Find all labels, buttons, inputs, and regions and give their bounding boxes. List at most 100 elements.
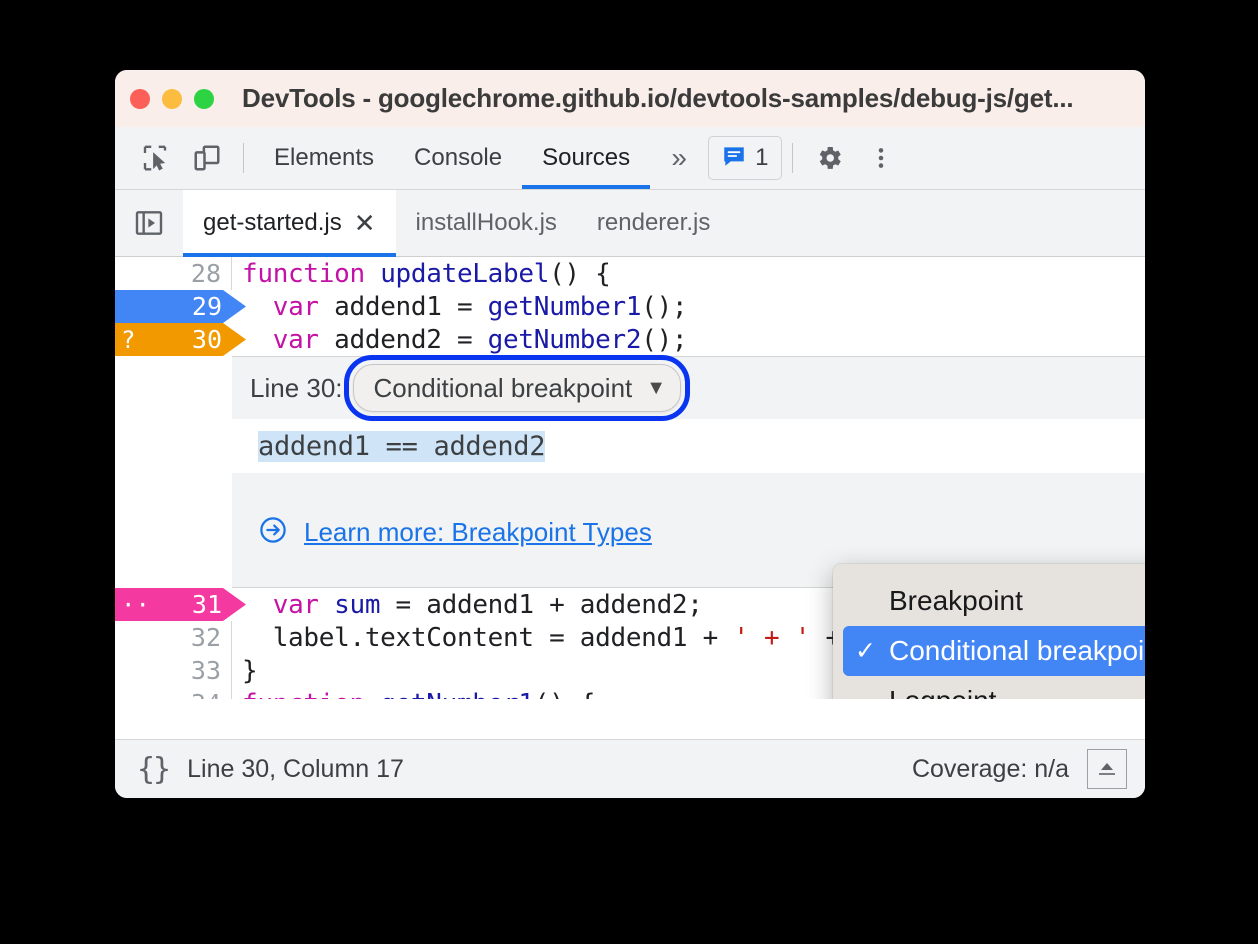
code-token: addend1 =	[318, 291, 488, 322]
marker-inner: 29	[115, 292, 222, 321]
tab-sources[interactable]: Sources	[522, 127, 651, 189]
code-token: getNumber1	[380, 689, 534, 700]
check-icon: ✓	[855, 637, 876, 665]
code-token: var	[272, 324, 319, 355]
tab-console-label: Console	[414, 144, 503, 171]
breakpoint-type-select[interactable]: Conditional breakpoint ▼	[352, 364, 682, 412]
code-line: 29 var addend1 = getNumber1 ();	[115, 290, 1145, 323]
chevron-down-icon: ▼	[646, 376, 667, 399]
line-number-gutter[interactable]: 34	[115, 687, 232, 699]
code-token: addend2 =	[318, 324, 488, 355]
code-line-text: var addend2 = getNumber2 ();	[232, 323, 1145, 356]
line-number-gutter[interactable]: 32	[115, 621, 232, 654]
console-message-counter[interactable]: 1	[708, 136, 782, 180]
breakpoint-marker-line-29[interactable]: 29	[115, 290, 246, 323]
dropdown-item-breakpoint[interactable]: ✓Breakpoint	[843, 576, 1145, 626]
breakpoint-condition-input[interactable]: addend1 == addend2	[232, 419, 1145, 473]
code-line: ? 30 var addend2 = getNumber2 ();	[115, 323, 1145, 356]
code-token: var	[272, 291, 319, 322]
code-token: () {	[549, 258, 611, 289]
file-tab-renderer-js[interactable]: renderer.js	[577, 190, 730, 256]
window-close-button[interactable]	[130, 88, 150, 109]
breakpoint-type-value: Conditional breakpoint	[373, 372, 633, 403]
line-number: 34	[191, 689, 221, 699]
devtools-window: DevTools - googlechrome.github.io/devtoo…	[115, 70, 1145, 798]
close-icon[interactable]: ✕	[354, 210, 376, 236]
file-tab-installhook-js[interactable]: installHook.js	[396, 190, 577, 256]
more-panels-label: »	[671, 142, 687, 173]
code-token: updateLabel	[380, 258, 550, 289]
code-token: function	[242, 258, 365, 289]
window-maximize-button[interactable]	[194, 88, 214, 109]
line-number: 28	[190, 259, 221, 288]
inspect-element-icon[interactable]	[129, 127, 181, 189]
code-token: () {	[534, 689, 596, 700]
code-token: function	[242, 689, 365, 700]
marker-glyph: ?	[121, 325, 136, 354]
dropdown-item-label: Conditional breakpoint	[889, 635, 1145, 666]
code-token: getNumber2	[487, 324, 642, 355]
code-token: ();	[641, 324, 688, 355]
code-line-text: var addend1 = getNumber1 ();	[232, 290, 1145, 323]
file-tab-get-started-js[interactable]: get-started.js ✕	[183, 190, 396, 257]
devtools-main-toolbar: Elements Console Sources » 1	[115, 127, 1145, 190]
code-token: var	[272, 589, 319, 620]
show-drawer-icon[interactable]	[1087, 749, 1127, 789]
marker-inner: ·· 31	[115, 590, 222, 619]
device-toolbar-icon[interactable]	[181, 127, 233, 189]
arrow-circle-right-icon	[258, 515, 288, 550]
code-line: 28 function updateLabel() {	[115, 257, 1145, 290]
marker-inner: ? 30	[115, 325, 222, 354]
file-tab-label: renderer.js	[596, 209, 711, 236]
cursor-position-label: Line 30, Column 17	[187, 754, 404, 783]
line-number: 30	[191, 325, 222, 354]
console-message-count: 1	[755, 144, 769, 171]
coverage-label: Coverage: n/a	[911, 754, 1069, 783]
toolbar-divider	[243, 143, 244, 173]
window-title: DevTools - googlechrome.github.io/devtoo…	[242, 83, 1074, 113]
code-token: }	[242, 655, 258, 686]
line-number-gutter[interactable]: 28	[115, 257, 232, 290]
dropdown-item-logpoint[interactable]: ✓Logpoint	[843, 676, 1145, 699]
code-token: = addend1 + addend2;	[380, 589, 703, 620]
pretty-print-icon[interactable]: {}	[137, 752, 171, 787]
code-token: ();	[641, 291, 688, 322]
code-token: sum	[334, 589, 381, 620]
marker-glyph: ··	[121, 590, 150, 619]
gear-icon[interactable]	[803, 127, 855, 189]
window-minimize-button[interactable]	[162, 88, 182, 109]
console-message-icon	[721, 143, 747, 174]
line-number: 29	[191, 292, 222, 321]
more-vertical-icon[interactable]	[855, 127, 907, 189]
learn-more-label: Learn more: Breakpoint Types	[304, 517, 652, 547]
more-panels-icon[interactable]: »	[650, 127, 708, 189]
tab-console[interactable]: Console	[394, 127, 522, 189]
breakpoint-type-dropdown[interactable]: ✓Breakpoint ✓ Conditional breakpoint ✓Logpo…	[833, 564, 1145, 699]
line-number: 31	[191, 590, 222, 619]
line-number-gutter[interactable]: 33	[115, 654, 232, 687]
breakpoint-condition-value: addend1 == addend2	[258, 430, 546, 462]
show-navigator-icon[interactable]	[115, 190, 183, 256]
line-number: 32	[190, 623, 221, 652]
code-token: getNumber1	[487, 291, 642, 322]
source-code-editor[interactable]: 28 function updateLabel() {29 var addend1…	[115, 257, 1145, 699]
dropdown-items: ✓Breakpoint ✓ Conditional breakpoint ✓Logpo…	[843, 576, 1145, 699]
learn-more-link[interactable]: Learn more: Breakpoint Types	[232, 515, 1145, 550]
code-token: label.textContent = addend1 +	[242, 622, 734, 653]
file-tab-label: installHook.js	[415, 209, 557, 236]
breakpoint-marker-line-31[interactable]: ·· 31	[115, 588, 246, 621]
tab-elements[interactable]: Elements	[254, 127, 394, 189]
dropdown-item-conditional-breakpoint[interactable]: ✓ Conditional breakpoint	[843, 626, 1145, 676]
breakpoint-editor-panel: Line 30: Conditional breakpoint ▼ addend…	[232, 355, 1145, 588]
dropdown-item-label: Logpoint	[889, 685, 996, 699]
code-token: ' + '	[733, 622, 811, 653]
breakpoint-marker-line-30[interactable]: ? 30	[115, 323, 246, 356]
toolbar-divider-2	[791, 143, 793, 173]
dropdown-item-label: Breakpoint	[889, 585, 1023, 616]
editor-statusbar: {} Line 30, Column 17 Coverage: n/a	[115, 739, 1145, 798]
